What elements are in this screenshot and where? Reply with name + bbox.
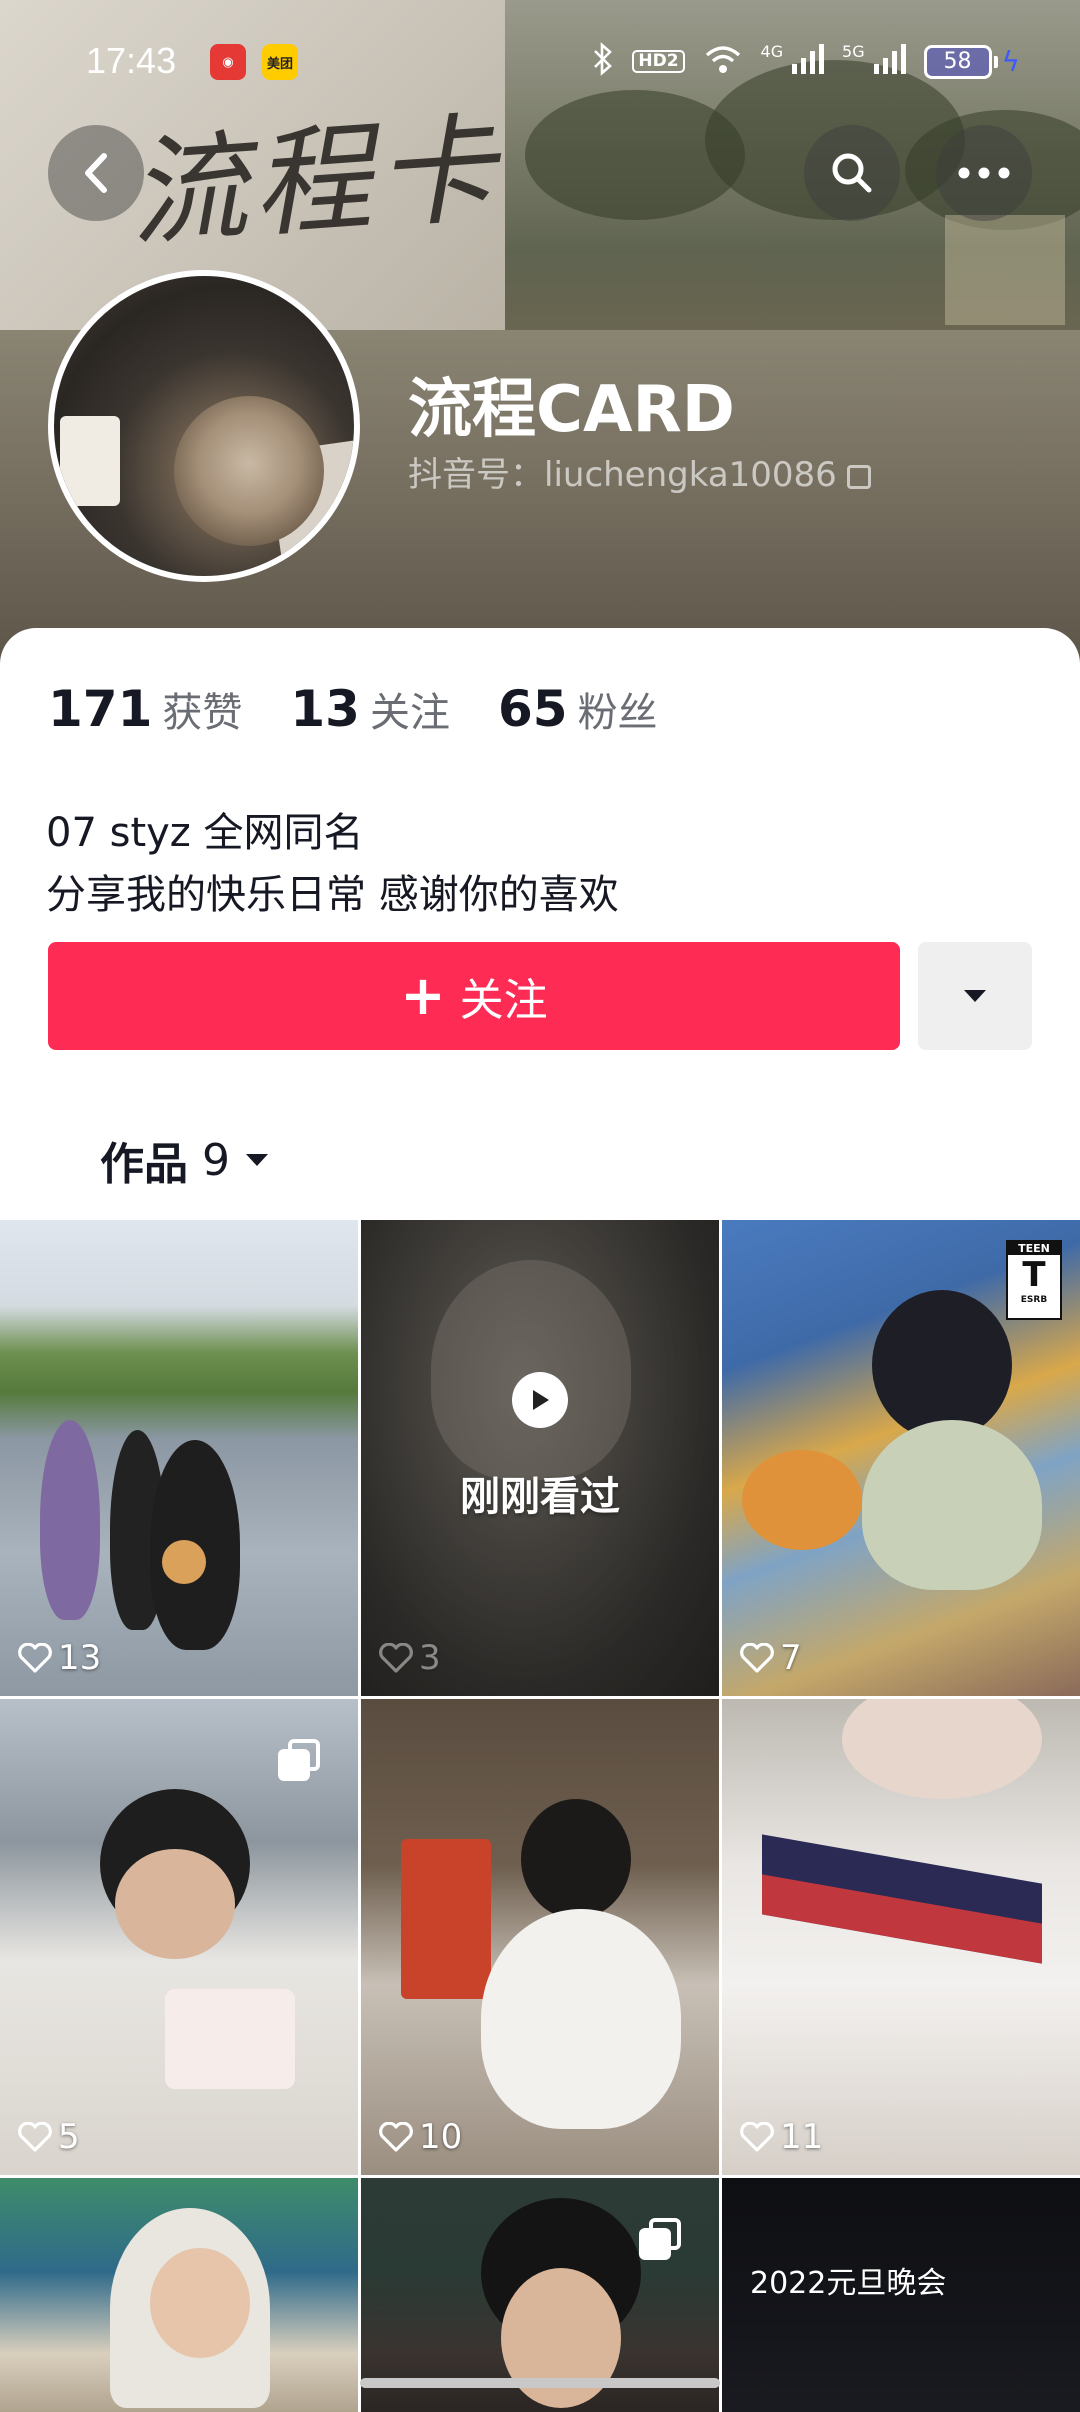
home-indicator[interactable] — [360, 2378, 720, 2388]
heart-icon — [18, 2122, 52, 2152]
heart-icon — [740, 1643, 774, 1673]
event-title: 2022元旦晚会 — [750, 2266, 947, 2301]
multi-image-icon — [278, 1739, 320, 1781]
more-dots-icon — [958, 167, 1010, 179]
video-likes: 10 — [379, 2117, 462, 2157]
follow-label: 关注 — [459, 975, 548, 1026]
wifi-icon — [703, 43, 743, 80]
play-icon — [512, 1372, 568, 1428]
heart-icon — [379, 2122, 413, 2152]
banner-tower — [945, 215, 1065, 325]
stat-following-value: 13 — [290, 680, 360, 738]
charging-bolt-icon: ϟ — [1001, 45, 1020, 78]
status-bar: 17:43 ◉ 美团 HD2 4G 5G 58 ϟ — [0, 0, 1080, 120]
triangle-down-icon — [246, 1154, 268, 1166]
signal-5g-icon: 5G — [842, 42, 906, 79]
video-likes-count: 5 — [58, 2117, 80, 2157]
video-likes: 7 — [740, 1638, 802, 1678]
meituan-app-icon: 美团 — [262, 44, 298, 80]
bio-line-1: 07 styz 全网同名 — [46, 810, 364, 856]
profile-bio: 07 styz 全网同名 分享我的快乐日常 感谢你的喜欢 — [46, 802, 619, 926]
video-likes: 13 — [18, 1638, 101, 1678]
stat-likes[interactable]: 171 获赞 — [48, 680, 242, 738]
avatar[interactable] — [48, 270, 360, 582]
triangle-down-icon — [964, 990, 986, 1002]
battery-level: 58 — [923, 44, 992, 79]
copy-icon[interactable] — [846, 464, 871, 489]
works-tab[interactable]: 作品 9 — [100, 1128, 270, 1192]
esrb-rating-badge: TEEN T ESRB — [1006, 1240, 1062, 1320]
signal-4g-icon: 4G — [760, 42, 825, 79]
follow-button[interactable]: + 关注 — [48, 942, 900, 1050]
status-time: 17:43 — [86, 40, 177, 81]
video-likes-count: 13 — [58, 1638, 102, 1678]
bluetooth-icon — [592, 42, 614, 81]
heart-icon — [379, 1643, 413, 1673]
more-options-button[interactable] — [936, 125, 1032, 221]
battery-icon: 58 ϟ — [923, 44, 1020, 79]
video-likes: 5 — [18, 2117, 80, 2157]
video-likes-count: 7 — [780, 1638, 802, 1678]
works-tab-label: 作品 — [100, 1139, 188, 1190]
back-button[interactable] — [48, 125, 144, 221]
recommend-dropdown-button[interactable] — [918, 942, 1032, 1050]
hd-voice-icon: HD2 — [632, 50, 685, 73]
stat-following-label: 关注 — [369, 690, 450, 736]
video-item[interactable]: 5 — [0, 1699, 358, 2175]
chevron-left-icon — [85, 153, 107, 193]
search-icon — [832, 153, 872, 193]
stat-followers[interactable]: 65 粉丝 — [498, 680, 658, 738]
works-tab-count: 9 — [202, 1134, 230, 1186]
video-item[interactable]: 刚刚看过 3 — [361, 1220, 719, 1696]
stat-following[interactable]: 13 关注 — [290, 680, 450, 738]
video-item[interactable]: 2022元旦晚会 — [722, 2178, 1080, 2412]
profile-screen: 流程卡 17:43 ◉ 美团 HD2 4G 5G 58 ϟ 流程CARD 抖音号… — [0, 0, 1080, 2412]
video-item[interactable]: TEEN T ESRB 7 — [722, 1220, 1080, 1696]
douyin-id-text: 抖音号：liuchengka10086 — [408, 455, 837, 495]
video-likes-count: 10 — [419, 2117, 463, 2157]
search-button[interactable] — [804, 125, 900, 221]
video-item[interactable]: 11 — [722, 1699, 1080, 2175]
signal-4g-label: 4G — [760, 42, 784, 61]
heart-icon — [740, 2122, 774, 2152]
status-icons: HD2 4G 5G 58 ϟ — [592, 42, 1020, 81]
profile-stats: 171 获赞 13 关注 65 粉丝 — [48, 680, 658, 738]
stat-likes-value: 171 — [48, 680, 153, 738]
multi-image-icon — [639, 2218, 681, 2260]
recently-watched-label: 刚刚看过 — [460, 1474, 620, 1520]
stat-followers-label: 粉丝 — [577, 690, 658, 736]
bio-line-2: 分享我的快乐日常 感谢你的喜欢 — [46, 872, 619, 918]
signal-5g-label: 5G — [842, 42, 865, 61]
stat-followers-value: 65 — [497, 680, 568, 738]
video-item[interactable]: 10 — [361, 1699, 719, 2175]
profile-handle: 抖音号：liuchengka10086 — [408, 447, 871, 496]
netease-app-icon: ◉ — [210, 44, 246, 80]
video-likes-count: 11 — [780, 2117, 824, 2157]
profile-nickname: 流程CARD — [408, 373, 735, 447]
plus-icon: + — [400, 964, 446, 1027]
stat-likes-label: 获赞 — [162, 690, 243, 736]
video-item[interactable] — [0, 2178, 358, 2412]
video-grid: 13 刚刚看过 3 TEEN T ESRB 7 5 10 11 2022元旦晚会 — [0, 1220, 1080, 2412]
video-likes: 11 — [740, 2117, 823, 2157]
watched-overlay — [361, 1220, 719, 1696]
video-item[interactable] — [361, 2178, 719, 2412]
video-likes: 3 — [379, 1638, 441, 1678]
video-item[interactable]: 13 — [0, 1220, 358, 1696]
heart-icon — [18, 1643, 52, 1673]
video-likes-count: 3 — [419, 1638, 441, 1678]
